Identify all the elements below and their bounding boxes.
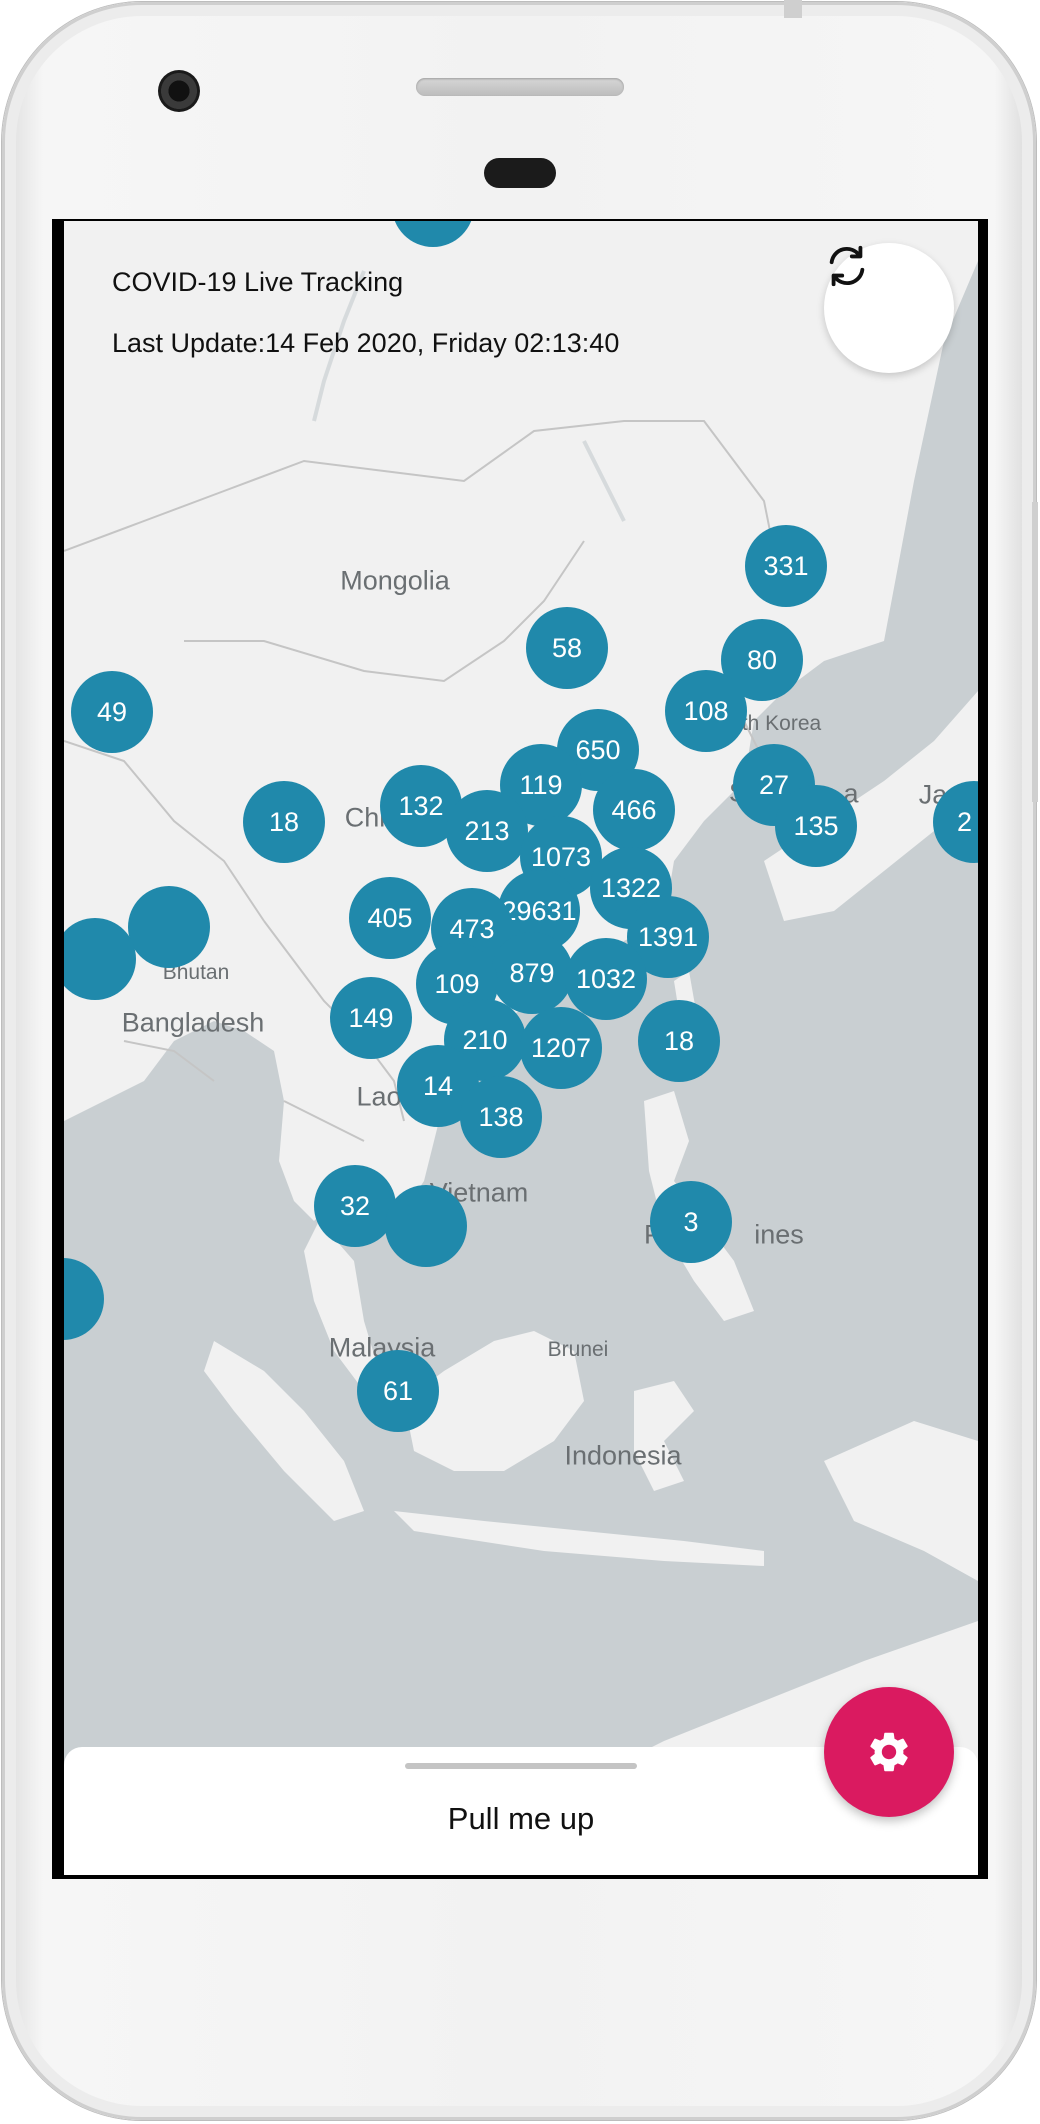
settings-button[interactable]	[824, 1687, 954, 1817]
map-label-north-korea: rth Korea	[734, 712, 822, 735]
app-title: COVID-19 Live Tracking	[112, 267, 404, 297]
case-cluster-marker[interactable]: 3	[650, 1181, 732, 1263]
last-update-text: Last Update:14 Feb 2020, Friday 02:13:40	[112, 328, 620, 358]
case-cluster-marker[interactable]: 18	[243, 781, 325, 863]
case-cluster-marker[interactable]	[128, 886, 210, 968]
case-cluster-marker[interactable]: 58	[526, 607, 608, 689]
map-label-brunei: Brunei	[547, 1338, 609, 1361]
map-label-indonesia: Indonesia	[564, 1440, 682, 1471]
case-cluster-marker[interactable]: 18	[638, 1000, 720, 1082]
phone-side-button	[1032, 502, 1038, 802]
screen: Mongolia Chi rth Korea S a Ja Bhutan Ban…	[52, 219, 988, 1879]
phone-top-button	[784, 0, 802, 18]
case-cluster-marker[interactable]: 405	[349, 877, 431, 959]
map-view[interactable]: Mongolia Chi rth Korea S a Ja Bhutan Ban…	[64, 221, 978, 1875]
case-cluster-marker[interactable]	[385, 1185, 467, 1267]
map-label-mongolia: Mongolia	[340, 565, 450, 596]
case-cluster-marker[interactable]: 32	[314, 1165, 396, 1247]
drag-handle[interactable]	[405, 1763, 637, 1769]
map-label-philippines: ines	[754, 1219, 804, 1250]
case-cluster-marker[interactable]: 213	[446, 790, 528, 872]
map-label-laos: Lao	[356, 1081, 402, 1112]
earpiece-speaker	[416, 78, 624, 96]
case-cluster-marker[interactable]: 1207	[520, 1007, 602, 1089]
case-cluster-marker[interactable]: 879	[491, 932, 573, 1014]
case-cluster-marker[interactable]: 61	[357, 1350, 439, 1432]
case-cluster-marker[interactable]: 1032	[565, 938, 647, 1020]
case-cluster-marker[interactable]: 49	[71, 671, 153, 753]
case-cluster-marker[interactable]: 108	[665, 670, 747, 752]
proximity-sensor	[484, 158, 556, 188]
case-cluster-marker[interactable]: 466	[593, 769, 675, 851]
refresh-button[interactable]	[824, 243, 954, 373]
land-java	[394, 1511, 764, 1566]
bottom-sheet-label: Pull me up	[447, 1801, 595, 1836]
land-sumatra	[204, 1341, 364, 1521]
case-cluster-marker[interactable]: 149	[330, 977, 412, 1059]
case-cluster-marker[interactable]: 331	[745, 525, 827, 607]
refresh-icon	[829, 245, 865, 287]
land-new-guinea	[824, 1421, 978, 1581]
land-sulawesi	[634, 1381, 694, 1491]
case-cluster-marker[interactable]: 135	[775, 785, 857, 867]
phone-frame: Mongolia Chi rth Korea S a Ja Bhutan Ban…	[2, 0, 1038, 2120]
map-label-bangladesh: Bangladesh	[121, 1007, 265, 1038]
gear-icon	[870, 1732, 908, 1772]
front-camera	[158, 70, 200, 112]
case-cluster-marker[interactable]: 138	[460, 1076, 542, 1158]
